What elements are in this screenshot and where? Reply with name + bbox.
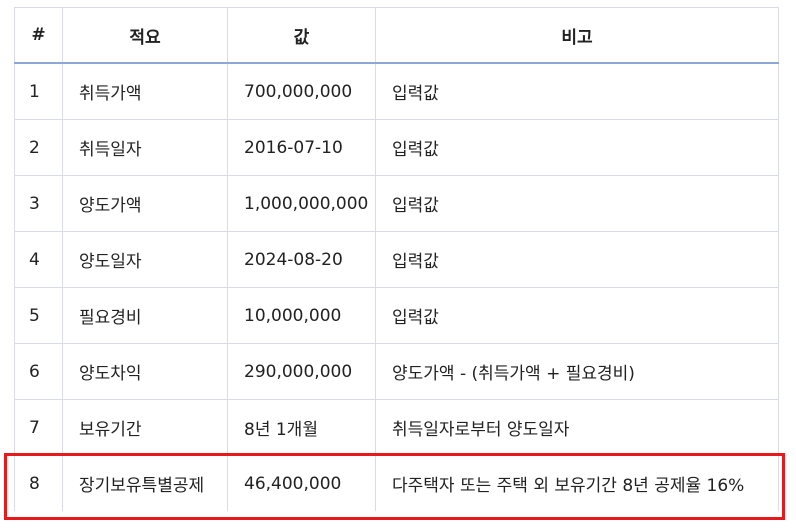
header-number: # bbox=[14, 7, 63, 64]
row-value: 46,400,000 bbox=[227, 455, 376, 512]
row-note: 입력값 bbox=[375, 231, 779, 288]
calculation-table: # 적요 값 비고 1 취득가액 700,000,000 입력값 2 취득일자 … bbox=[14, 7, 779, 512]
row-value: 290,000,000 bbox=[227, 343, 376, 400]
row-note: 입력값 bbox=[375, 175, 779, 232]
row-number: 3 bbox=[14, 175, 63, 232]
table-header-row: # 적요 값 비고 bbox=[14, 7, 779, 64]
row-note: 취득일자로부터 양도일자 bbox=[375, 399, 779, 456]
row-number: 5 bbox=[14, 287, 63, 344]
row-note: 입력값 bbox=[375, 119, 779, 176]
row-value: 1,000,000,000 bbox=[227, 175, 376, 232]
table-row: 7 보유기간 8년 1개월 취득일자로부터 양도일자 bbox=[14, 399, 779, 456]
row-note: 양도가액 - (취득가액 + 필요경비) bbox=[375, 343, 779, 400]
row-number: 1 bbox=[14, 62, 63, 120]
header-item: 적요 bbox=[62, 7, 228, 64]
row-value: 2024-08-20 bbox=[227, 231, 376, 288]
row-item: 양도가액 bbox=[62, 175, 228, 232]
row-number: 8 bbox=[14, 455, 63, 512]
table-row: 3 양도가액 1,000,000,000 입력값 bbox=[14, 175, 779, 232]
row-number: 4 bbox=[14, 231, 63, 288]
row-item: 양도일자 bbox=[62, 231, 228, 288]
row-note: 입력값 bbox=[375, 287, 779, 344]
header-value: 값 bbox=[227, 7, 376, 64]
row-note: 입력값 bbox=[375, 62, 779, 120]
table-row: 1 취득가액 700,000,000 입력값 bbox=[14, 62, 779, 120]
row-item: 양도차익 bbox=[62, 343, 228, 400]
table-row: 6 양도차익 290,000,000 양도가액 - (취득가액 + 필요경비) bbox=[14, 343, 779, 400]
table-row: 4 양도일자 2024-08-20 입력값 bbox=[14, 231, 779, 288]
table-row-highlighted: 8 장기보유특별공제 46,400,000 다주택자 또는 주택 외 보유기간 … bbox=[14, 455, 779, 512]
row-value: 700,000,000 bbox=[227, 62, 376, 120]
row-item: 취득일자 bbox=[62, 119, 228, 176]
row-value: 10,000,000 bbox=[227, 287, 376, 344]
table-row: 2 취득일자 2016-07-10 입력값 bbox=[14, 119, 779, 176]
row-note: 다주택자 또는 주택 외 보유기간 8년 공제율 16% bbox=[375, 455, 779, 512]
row-item: 장기보유특별공제 bbox=[62, 455, 228, 512]
row-number: 2 bbox=[14, 119, 63, 176]
row-value: 2016-07-10 bbox=[227, 119, 376, 176]
row-item: 보유기간 bbox=[62, 399, 228, 456]
row-number: 7 bbox=[14, 399, 63, 456]
row-item: 필요경비 bbox=[62, 287, 228, 344]
row-item: 취득가액 bbox=[62, 62, 228, 120]
header-note: 비고 bbox=[375, 7, 779, 64]
row-number: 6 bbox=[14, 343, 63, 400]
row-value: 8년 1개월 bbox=[227, 399, 376, 456]
calculation-table-container: # 적요 값 비고 1 취득가액 700,000,000 입력값 2 취득일자 … bbox=[14, 7, 779, 512]
table-row: 5 필요경비 10,000,000 입력값 bbox=[14, 287, 779, 344]
